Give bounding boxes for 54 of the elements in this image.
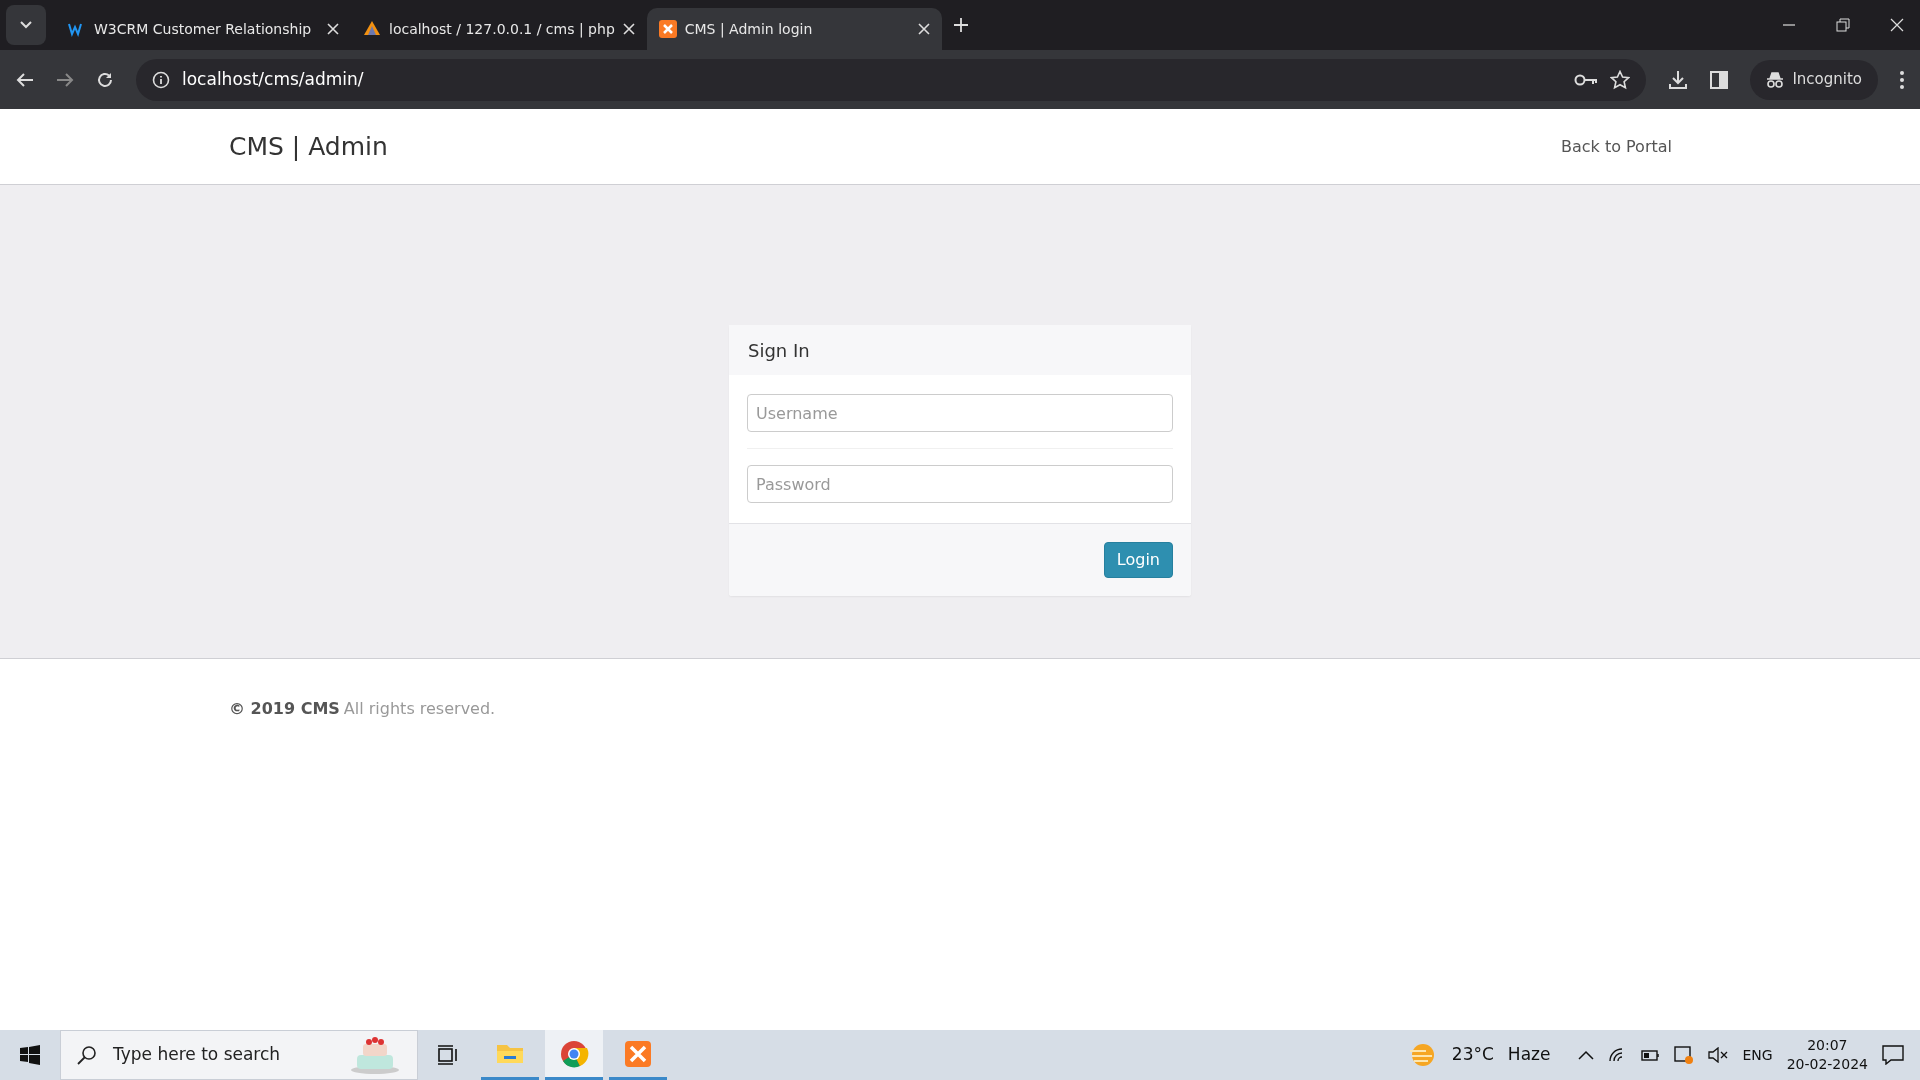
browser-tab[interactable]: localhost / 127.0.0.1 / cms | php xyxy=(351,8,647,50)
browser-globe-icon xyxy=(559,1038,589,1069)
monitor-alert-icon[interactable] xyxy=(1674,1045,1695,1065)
language-indicator[interactable]: ENG xyxy=(1742,1044,1773,1066)
download-icon[interactable] xyxy=(1668,69,1689,90)
clock-date[interactable]: 20-02-2024 xyxy=(1786,1055,1868,1074)
close-icon[interactable] xyxy=(327,23,339,35)
battery-icon[interactable] xyxy=(1640,1048,1661,1062)
rights-text: All rights reserved. xyxy=(343,698,496,720)
info-icon xyxy=(152,70,170,89)
close-icon[interactable] xyxy=(622,23,635,35)
card-title: Sign In xyxy=(748,338,810,363)
tab-list-chevron-icon[interactable] xyxy=(19,20,33,30)
login-button[interactable]: Login xyxy=(1103,542,1173,578)
sail-logo-icon xyxy=(363,20,381,38)
speaker-muted-icon[interactable] xyxy=(1708,1047,1729,1063)
side-panel-icon[interactable] xyxy=(1710,70,1729,89)
back-arrow-icon[interactable] xyxy=(16,71,34,88)
task-view-icon[interactable] xyxy=(437,1045,459,1065)
input-field[interactable]: Password xyxy=(747,465,1173,503)
forward-arrow-icon[interactable] xyxy=(56,71,74,88)
star-icon[interactable] xyxy=(1610,69,1631,90)
notification-icon[interactable] xyxy=(1882,1045,1904,1065)
tab-title: W3CRM Customer Relationship xyxy=(94,19,313,39)
taskbar-search-field[interactable]: Type here to search xyxy=(60,1030,418,1080)
close-icon[interactable] xyxy=(917,23,930,35)
tab-title: localhost / 127.0.0.1 / cms | php xyxy=(389,19,615,40)
taskbar-app[interactable] xyxy=(545,1030,603,1080)
temperature-text: 23°C xyxy=(1451,1043,1494,1067)
x-logo-icon xyxy=(658,20,677,38)
tab-title: CMS | Admin login xyxy=(684,19,814,40)
x-logo-icon xyxy=(623,1038,653,1069)
clock-time[interactable]: 20:07 xyxy=(1807,1036,1848,1055)
browser-tab[interactable]: CMS | Admin login xyxy=(646,8,942,50)
more-menu-icon[interactable] xyxy=(1900,70,1904,89)
browser-tab[interactable]: W3CRM Customer Relationship xyxy=(56,8,351,50)
search-icon xyxy=(77,1045,97,1065)
input-field[interactable]: Username xyxy=(747,394,1173,432)
copyright-text: © 2019 CMS xyxy=(229,698,340,720)
url-text: localhost/cms/admin/ xyxy=(182,67,365,91)
incognito-button[interactable]: Incognito xyxy=(1750,59,1878,100)
back-to-portal-link[interactable]: Back to Portal xyxy=(1560,134,1672,159)
new-tab-icon[interactable] xyxy=(953,18,968,32)
cake-icon xyxy=(349,1035,401,1075)
spy-hat-glasses-icon xyxy=(1766,70,1785,89)
site-brand[interactable]: CMS | Admin xyxy=(229,127,388,166)
key-icon[interactable] xyxy=(1574,72,1599,87)
restore-icon[interactable] xyxy=(1836,18,1850,32)
address-bar[interactable]: localhost/cms/admin/ xyxy=(136,58,1647,101)
chevron-up-icon[interactable] xyxy=(1578,1050,1595,1060)
weather-text: Haze xyxy=(1507,1043,1551,1067)
windows-start-icon[interactable] xyxy=(20,1045,40,1065)
close-icon[interactable] xyxy=(1890,18,1904,32)
reload-icon[interactable] xyxy=(96,70,114,89)
